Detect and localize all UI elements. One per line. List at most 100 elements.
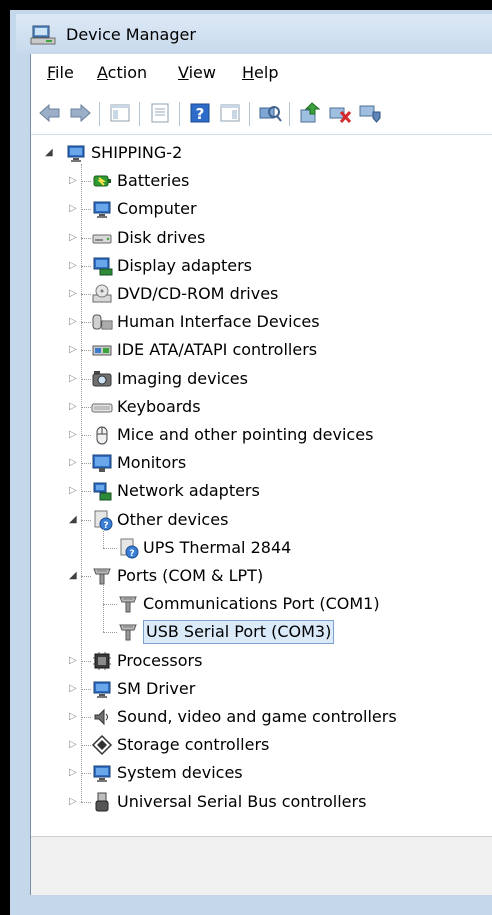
expand-arrow-icon[interactable]: ▷ (69, 655, 79, 666)
tree-root-shipping-2[interactable]: ◢ SHIPPING-2 (31, 140, 491, 166)
tree-device-communications-port-com1[interactable]: Communications Port (COM1) (31, 591, 491, 617)
device-tree: ◢ SHIPPING-2 ▷ Batteries ▷ Computer ▷ Disk driv… (31, 138, 492, 835)
expand-arrow-icon[interactable]: ▷ (69, 796, 79, 807)
expand-arrow-icon[interactable]: ▷ (69, 430, 79, 440)
tree-item-label: Mice and other pointing devices (117, 425, 374, 444)
tree-connector (81, 237, 91, 239)
tree-connector (81, 209, 91, 211)
tree-connector (81, 801, 91, 803)
tree-category-other-devices[interactable]: ◢? Other devices (31, 507, 491, 533)
tree-category-storage-controllers[interactable]: ▷ Storage controllers (31, 732, 491, 758)
expand-arrow-icon[interactable]: ▷ (69, 176, 79, 186)
toolbar-separator (179, 102, 180, 126)
toolbar-separator (139, 102, 140, 126)
tree-category-sound-video-and-game-controllers[interactable]: ▷ Sound, video and game controllers (31, 704, 491, 730)
port-icon (93, 568, 111, 585)
toolbar-separator (289, 102, 290, 126)
tree-connector (81, 491, 91, 493)
speaker-icon (94, 708, 108, 726)
tree-category-ports-com-lpt[interactable]: ◢ Ports (COM & LPT) (31, 563, 491, 589)
expand-arrow-icon[interactable]: ▷ (69, 768, 79, 778)
processor-icon (93, 651, 111, 670)
expand-arrow-icon[interactable]: ▷ (69, 289, 79, 299)
disk-drive-icon (92, 234, 112, 244)
expand-arrow-icon[interactable]: ▷ (69, 317, 79, 327)
tree-category-network-adapters[interactable]: ▷ Network adapters (31, 478, 491, 504)
tree-connector (81, 519, 91, 521)
expand-arrow-icon[interactable]: ▷ (69, 712, 79, 722)
collapse-arrow-icon[interactable]: ◢ (69, 514, 79, 525)
tree-connector (81, 435, 91, 436)
uninstall-device-icon[interactable] (357, 100, 383, 126)
help-icon[interactable]: ? (187, 100, 213, 126)
tree-connector (81, 350, 91, 352)
tree-category-keyboards[interactable]: ▷ Keyboards (31, 394, 491, 420)
tree-category-universal-serial-bus-controllers[interactable]: ▷ Universal Serial Bus controllers (31, 789, 491, 815)
tree-category-computer[interactable]: ▷ Computer (31, 196, 491, 222)
tree-category-mice-and-other-pointing-devices[interactable]: ▷ Mice and other pointing devices (31, 422, 491, 448)
properties-icon[interactable] (147, 100, 173, 126)
network-adapter-icon (93, 482, 112, 501)
expand-arrow-icon[interactable]: ▷ (69, 740, 79, 750)
tree-item-label: DVD/CD-ROM drives (117, 284, 279, 303)
toolbar: ? (31, 94, 492, 135)
tree-item-label: Communications Port (COM1) (143, 594, 380, 614)
tree-category-imaging-devices[interactable]: ▷ Imaging devices (31, 366, 491, 392)
display-adapter-icon (93, 257, 113, 276)
tree-category-ide-ata-atapi-controllers[interactable]: ▷ IDE ATA/ATAPI controllers (31, 337, 491, 363)
tree-item-label: System devices (117, 763, 243, 783)
tree-category-processors[interactable]: ▷ Processors (31, 648, 491, 674)
menu-file[interactable]: File (47, 63, 74, 82)
expand-arrow-icon[interactable]: ▷ (69, 458, 79, 468)
tree-category-system-devices[interactable]: ▷ System devices (31, 760, 491, 786)
collapse-arrow-icon[interactable]: ◢ (69, 571, 79, 581)
expand-arrow-icon[interactable]: ▷ (69, 401, 79, 412)
tree-item-label: Imaging devices (117, 368, 248, 388)
expand-arrow-icon[interactable]: ▷ (69, 683, 79, 694)
tree-category-display-adapters[interactable]: ▷ Display adapters (31, 253, 491, 279)
show-action-pane-icon[interactable] (217, 100, 243, 126)
battery-icon (93, 175, 111, 187)
tree-item-label: Keyboards (117, 396, 201, 416)
menu-help[interactable]: Help (242, 63, 278, 82)
disable-device-icon[interactable] (327, 100, 353, 126)
tree-connector (103, 547, 117, 549)
tree-category-batteries[interactable]: ▷ Batteries (31, 168, 491, 194)
tree-item-label: Ports (COM & LPT) (117, 566, 264, 585)
unknown-device-icon: ? (120, 538, 139, 559)
svg-text:?: ? (196, 105, 205, 123)
forward-arrow-icon[interactable] (67, 100, 93, 126)
ide-controller-icon (92, 345, 112, 356)
tree-connector (81, 688, 91, 690)
tree-connector (81, 181, 91, 183)
expand-arrow-icon[interactable]: ▷ (69, 260, 79, 271)
tree-category-disk-drives[interactable]: ▷ Disk drives (31, 225, 491, 251)
tree-category-monitors[interactable]: ▷ Monitors (31, 450, 491, 476)
tree-item-label: SHIPPING-2 (91, 143, 183, 162)
tree-connector (81, 660, 91, 662)
menu-action[interactable]: Action (97, 63, 147, 82)
tree-device-ups-thermal-2844[interactable]: ? UPS Thermal 2844 (31, 535, 491, 561)
window-title: Device Manager (66, 25, 196, 44)
show-hide-console-tree-icon[interactable] (107, 100, 133, 126)
computer-icon (93, 681, 111, 698)
update-driver-icon[interactable] (297, 100, 323, 126)
toolbar-separator (99, 102, 100, 126)
tree-connector (81, 773, 91, 775)
expand-arrow-icon[interactable]: ▷ (69, 232, 79, 243)
tree-category-sm-driver[interactable]: ▷ SM Driver (31, 676, 491, 702)
tree-device-usb-serial-port-com3[interactable]: USB Serial Port (COM3) (31, 619, 491, 645)
tree-item-label: IDE ATA/ATAPI controllers (117, 340, 318, 360)
expand-arrow-icon[interactable]: ▷ (69, 373, 79, 384)
tree-category-human-interface-devices[interactable]: ▷ Human Interface Devices (31, 309, 491, 335)
collapse-arrow-icon[interactable]: ◢ (45, 148, 55, 158)
expand-arrow-icon[interactable]: ▷ (69, 204, 79, 214)
scan-for-hardware-changes-icon[interactable] (257, 100, 283, 126)
back-arrow-icon[interactable] (37, 100, 63, 126)
svg-text:?: ? (103, 521, 108, 531)
menu-view[interactable]: View (178, 63, 216, 82)
tree-category-dvd-cd-rom-drives[interactable]: ▷ DVD/CD-ROM drives (31, 281, 491, 307)
expand-arrow-icon[interactable]: ▷ (69, 486, 79, 496)
title-bar[interactable]: Device Manager (16, 14, 492, 54)
expand-arrow-icon[interactable]: ▷ (69, 345, 79, 355)
